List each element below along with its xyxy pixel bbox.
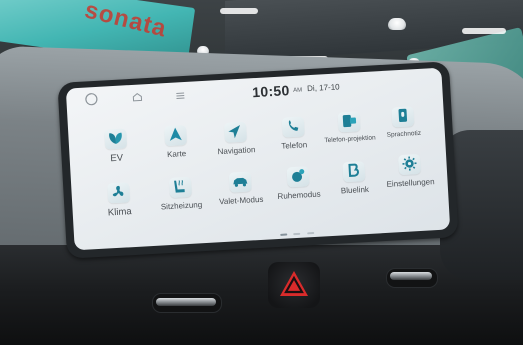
left-vent-slot [156,298,216,306]
app-label: Klima [107,206,132,219]
clock-date: Di, 17-10 [306,82,340,94]
phone-icon [281,116,305,138]
phone-projection-icon [337,111,361,133]
app-ev[interactable]: EV [86,126,147,179]
app-label: Sitzheizung [160,200,203,212]
menu-icon[interactable] [176,91,185,101]
infotainment-screen: 10:50 AM Di, 17-10 EV Karte Navigation T… [65,67,451,251]
right-vent-slot [390,272,432,280]
app-ruhemodus[interactable]: Ruhemodus [268,164,329,217]
app-telefonprojektion[interactable]: Telefon-projektion [319,109,380,162]
app-label: EV [110,152,124,165]
settings-gear-icon [398,153,422,176]
app-sitzheizung[interactable]: Sitzheizung [151,175,212,228]
app-label: Telefon-projektion [324,134,376,145]
navigation-icon [223,121,248,143]
seat-heating-icon [168,176,193,198]
hazard-triangle-icon [280,271,308,296]
bluelink-icon [342,161,366,183]
valet-car-icon [228,171,252,193]
ceiling-light-strip [220,8,258,14]
hazard-button[interactable] [278,268,310,300]
page-dot[interactable] [280,233,288,236]
app-sprachnotiz[interactable]: Sprachnotiz [373,104,434,157]
fan-icon [107,182,131,204]
quiet-mode-icon [286,166,310,188]
app-navigation[interactable]: Navigation [206,120,267,173]
app-label: Ruhemodus [277,189,321,201]
map-arrow-icon [164,124,188,147]
circle-icon[interactable] [84,92,99,109]
app-valet-modus[interactable]: Valet-Modus [211,169,272,222]
home-icon[interactable] [132,92,143,104]
ev-leaf-icon [104,128,128,150]
clock-ampm: AM [293,87,303,94]
ceiling-lamp [388,18,406,30]
app-label: Navigation [217,145,256,157]
app-karte[interactable]: Karte [146,123,207,176]
app-label: Karte [166,149,187,160]
app-label: Sprachnotiz [386,129,422,139]
app-label: Valet-Modus [218,194,264,207]
app-bluelink[interactable]: Bluelink [324,159,385,212]
app-label: Bluelink [340,184,370,196]
car-interior-photo: sonata 10:50 AM Di, 17-10 EV Karte Navig… [0,0,523,345]
app-label: Telefon [281,140,308,151]
app-label: Einstellungen [386,177,435,189]
page-dot[interactable] [307,231,315,235]
ceiling-light-strip [462,28,506,34]
app-klima[interactable]: Klima [89,180,150,233]
page-dot[interactable] [293,232,301,236]
app-telefon[interactable]: Telefon [264,114,325,167]
voice-memo-icon [391,106,415,128]
clock-time: 10:50 [251,82,290,101]
app-einstellungen[interactable]: Einstellungen [380,152,441,205]
